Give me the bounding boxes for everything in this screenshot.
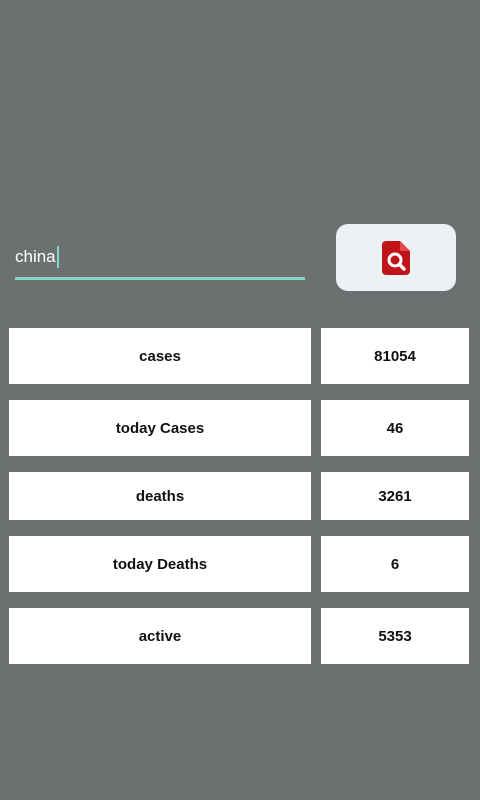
stat-label: deaths [9,472,311,520]
text-cursor [56,246,59,268]
stat-value: 5353 [321,608,469,664]
search-button[interactable] [336,224,456,291]
stat-row-active: active 5353 [9,608,469,664]
search-input[interactable]: china [15,246,59,268]
stat-row-today-cases: today Cases 46 [9,400,469,456]
stat-label: today Deaths [9,536,311,592]
search-field[interactable]: china [15,240,305,280]
stat-row-today-deaths: today Deaths 6 [9,536,469,592]
stat-label: active [9,608,311,664]
stat-label: today Cases [9,400,311,456]
search-input-value: china [15,247,56,266]
stat-label: cases [9,328,311,384]
stat-value: 3261 [321,472,469,520]
search-file-icon [382,240,410,275]
stat-row-cases: cases 81054 [9,328,469,384]
stat-value: 46 [321,400,469,456]
stat-value: 6 [321,536,469,592]
stat-row-deaths: deaths 3261 [9,472,469,520]
stat-value: 81054 [321,328,469,384]
